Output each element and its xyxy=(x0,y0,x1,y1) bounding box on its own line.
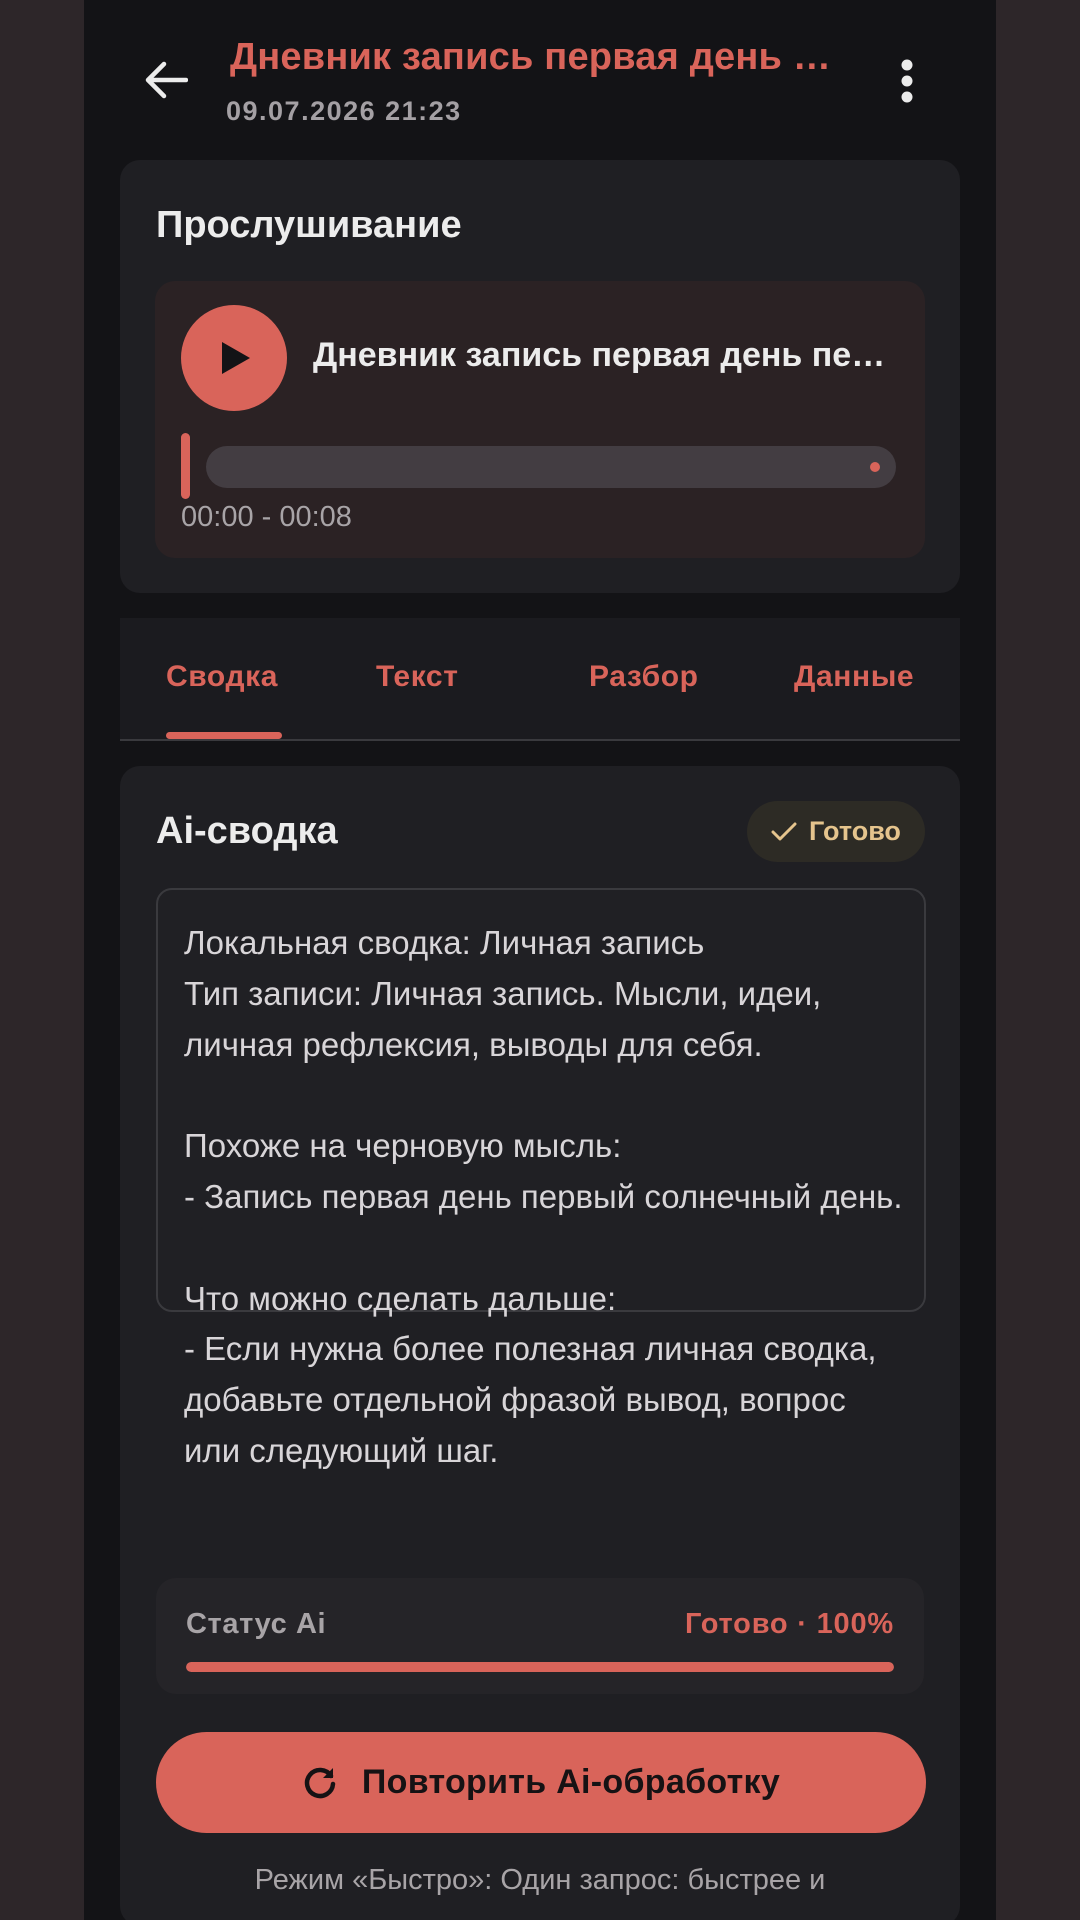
more-vertical-icon xyxy=(901,59,913,103)
app-screen: Дневник запись первая день первый солнеч… xyxy=(84,0,996,1920)
refresh-icon xyxy=(304,1767,336,1798)
playback-card: Прослушивание Дневник запись первая день… xyxy=(120,160,960,593)
top-app-bar: Дневник запись первая день первый солнеч… xyxy=(84,0,996,150)
summary-text: Локальная сводка: Личная запись Тип запи… xyxy=(184,924,903,1469)
back-button[interactable] xyxy=(136,50,196,110)
time-range: 00:00 - 00:08 xyxy=(181,501,352,533)
check-icon xyxy=(771,822,797,840)
play-icon xyxy=(222,342,250,374)
play-button[interactable] xyxy=(181,305,287,411)
arrow-left-icon xyxy=(145,61,188,99)
audio-player: Дневник запись первая день первый солнеч… xyxy=(155,281,925,558)
ai-status-value: Готово · 100% xyxy=(684,1608,894,1640)
active-tab-indicator xyxy=(166,732,282,739)
seek-end-marker xyxy=(870,462,880,472)
seek-bar[interactable] xyxy=(206,446,896,488)
ai-summary-card: Ai-сводка Готово Локальная сводка: Лична… xyxy=(120,766,960,1920)
retry-ai-button[interactable]: Повторить Ai-обработку xyxy=(156,1732,926,1833)
ai-status-panel: Статус Ai Готово · 100% xyxy=(156,1578,924,1694)
status-badge: Готово xyxy=(747,801,925,862)
tab-text[interactable]: Текст xyxy=(376,660,459,694)
page-title: Дневник запись первая день первый солнеч… xyxy=(230,36,850,78)
ai-progress-bar xyxy=(186,1662,894,1672)
ai-progress-fill xyxy=(186,1662,894,1672)
summary-heading: Ai-сводка xyxy=(156,810,338,852)
tab-summary[interactable]: Сводка xyxy=(166,660,278,694)
tab-data[interactable]: Данные xyxy=(794,660,914,694)
tab-analysis[interactable]: Разбор xyxy=(589,660,699,694)
tab-bar: Сводка Текст Разбор Данные xyxy=(120,618,960,741)
summary-text-box: Локальная сводка: Личная запись Тип запи… xyxy=(156,888,926,1469)
badge-label: Готово xyxy=(809,816,901,846)
retry-button-label: Повторить Ai-обработку xyxy=(361,1763,781,1801)
seek-handle[interactable] xyxy=(181,433,190,499)
record-datetime: 09.07.2026 21:23 xyxy=(226,96,462,126)
track-title: Дневник запись первая день первый солнеч… xyxy=(313,336,903,374)
ai-status-label: Статус Ai xyxy=(186,1608,327,1640)
mode-note: Режим «Быстро»: Один запрос: быстрее и xyxy=(254,1864,826,1896)
playback-heading: Прослушивание xyxy=(156,204,462,246)
more-menu-button[interactable] xyxy=(884,50,930,112)
